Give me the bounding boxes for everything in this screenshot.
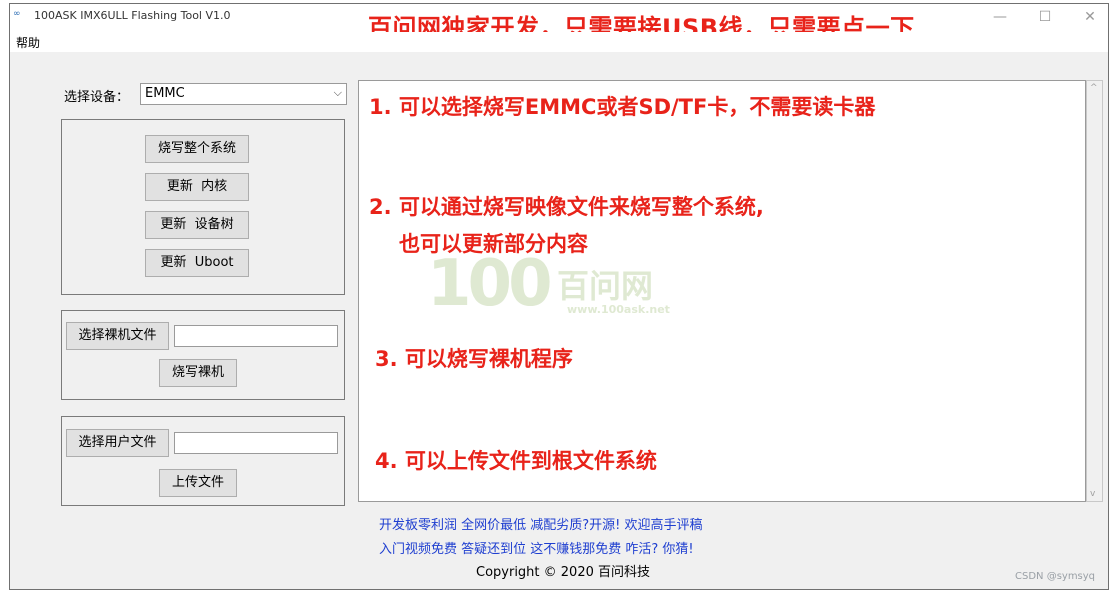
app-window: ∞ 100ASK IMX6ULL Flashing Tool V1.0 百问网独… bbox=[9, 3, 1109, 590]
log-line-2b: 也可以更新部分内容 bbox=[399, 232, 588, 256]
device-select[interactable]: EMMC ⌵ bbox=[140, 83, 347, 105]
watermark-brand: 百问网 bbox=[557, 267, 654, 305]
copyright-text: Copyright © 2020 百问科技 bbox=[476, 565, 651, 580]
device-select-value: EMMC bbox=[145, 86, 185, 101]
baremetal-file-input[interactable] bbox=[174, 325, 338, 347]
title-bar: ∞ 100ASK IMX6ULL Flashing Tool V1.0 百问网独… bbox=[10, 4, 1108, 42]
footer-links-line-2[interactable]: 入门视频免费 答疑还到位 这不赚钱那免费 咋活? 你猜! bbox=[379, 538, 694, 557]
user-file-input[interactable] bbox=[174, 432, 338, 454]
log-line-1: 1. 可以选择烧写EMMC或者SD/TF卡，不需要读卡器 bbox=[369, 95, 876, 119]
burn-baremetal-button[interactable]: 烧写裸机 bbox=[159, 359, 237, 387]
log-line-2a: 2. 可以通过烧写映像文件来烧写整个系统, bbox=[369, 195, 764, 219]
menu-help[interactable]: 帮助 bbox=[16, 34, 40, 51]
log-line-4: 4. 可以上传文件到根文件系统 bbox=[375, 449, 657, 473]
app-logo-icon: ∞ bbox=[13, 9, 20, 19]
device-label: 选择设备： bbox=[64, 90, 130, 105]
scroll-up-icon[interactable]: ^ bbox=[1090, 83, 1098, 93]
scroll-down-icon[interactable]: v bbox=[1090, 489, 1095, 499]
watermark-url: www.100ask.net bbox=[567, 303, 670, 316]
log-textarea[interactable]: 100 百问网 www.100ask.net 1. 可以选择烧写EMMC或者SD… bbox=[358, 80, 1086, 502]
chevron-down-icon: ⌵ bbox=[333, 86, 342, 99]
burn-system-button[interactable]: 烧写整个系统 bbox=[145, 135, 249, 163]
window-title: 100ASK IMX6ULL Flashing Tool V1.0 bbox=[34, 9, 231, 22]
system-group: 烧写整个系统 更新 内核 更新 设备树 更新 Uboot bbox=[61, 119, 345, 295]
choose-user-file-button[interactable]: 选择用户文件 bbox=[66, 429, 169, 457]
update-kernel-button[interactable]: 更新 内核 bbox=[145, 173, 249, 201]
upload-file-button[interactable]: 上传文件 bbox=[159, 469, 237, 497]
maximize-button[interactable]: ☐ bbox=[1027, 6, 1063, 30]
close-button[interactable]: ✕ bbox=[1072, 6, 1108, 30]
update-uboot-button[interactable]: 更新 Uboot bbox=[145, 249, 249, 277]
log-line-3: 3. 可以烧写裸机程序 bbox=[375, 347, 573, 371]
user-file-group: 选择用户文件 上传文件 bbox=[61, 416, 345, 506]
menu-bar: 帮助 bbox=[10, 32, 1108, 52]
log-scrollbar[interactable]: ^ v bbox=[1086, 80, 1103, 502]
minimize-button[interactable]: — bbox=[982, 6, 1018, 30]
watermark-number: 100 bbox=[427, 247, 553, 321]
footer-links-line-1[interactable]: 开发板零利润 全网价最低 减配劣质?开源! 欢迎高手评稿 bbox=[379, 514, 703, 533]
watermark-logo: 100 百问网 www.100ask.net bbox=[427, 247, 670, 321]
choose-baremetal-file-button[interactable]: 选择裸机文件 bbox=[66, 322, 169, 350]
baremetal-group: 选择裸机文件 烧写裸机 bbox=[61, 310, 345, 400]
csdn-watermark: CSDN @symsyq bbox=[1015, 571, 1096, 582]
update-dtb-button[interactable]: 更新 设备树 bbox=[145, 211, 249, 239]
